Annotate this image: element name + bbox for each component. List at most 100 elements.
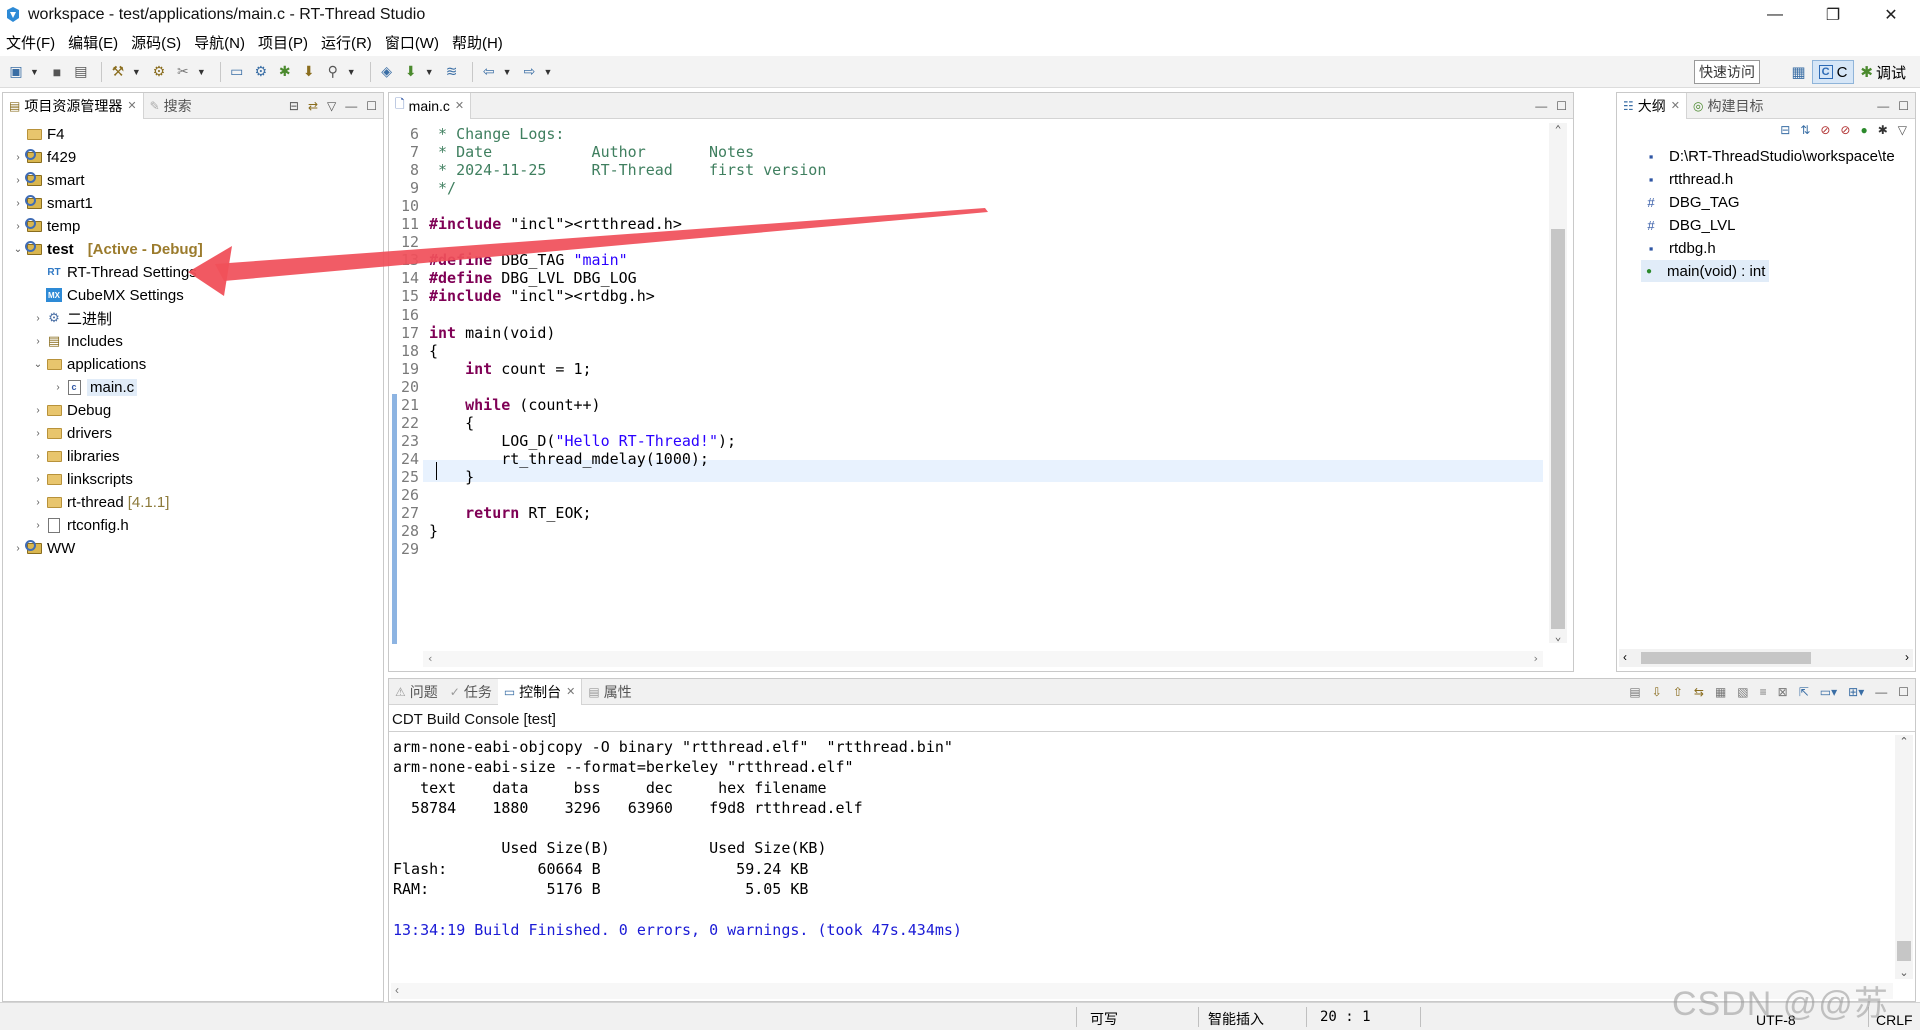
- next-error-icon[interactable]: ⇩: [1652, 685, 1662, 699]
- tree-item-debug[interactable]: › Debug: [31, 399, 111, 421]
- menu-project[interactable]: 项目(P): [258, 32, 308, 53]
- tab-build-targets[interactable]: ◎ 构建目标: [1687, 93, 1769, 119]
- rebuild-icon[interactable]: ⚙: [149, 62, 169, 82]
- forward-arrow-icon[interactable]: ⇨: [520, 62, 540, 82]
- scroll-thumb[interactable]: [1551, 229, 1565, 629]
- menu-source[interactable]: 源码(S): [131, 32, 181, 53]
- console-vertical-scrollbar[interactable]: ⌃ ⌄: [1895, 735, 1913, 979]
- close-tab-icon[interactable]: ✕: [127, 99, 136, 112]
- menu-edit[interactable]: 编辑(E): [68, 32, 118, 53]
- maximize-view-icon[interactable]: ☐: [1898, 99, 1909, 113]
- tree-item-smart1[interactable]: › smart1: [11, 192, 93, 214]
- build-icon[interactable]: ⚒: [108, 62, 128, 82]
- flash-dropdown-icon[interactable]: ▼: [425, 67, 434, 77]
- tab-console[interactable]: ▭ 控制台 ✕: [497, 678, 583, 705]
- outline-horizontal-scrollbar[interactable]: ‹ ›: [1619, 649, 1913, 667]
- tab-tasks[interactable]: ✓ 任务: [444, 679, 498, 705]
- tab-project-explorer[interactable]: ▤ 项目资源管理器 ✕: [3, 92, 144, 119]
- close-tab-icon[interactable]: ✕: [1671, 99, 1680, 112]
- pin-console-icon[interactable]: ⇱: [1799, 685, 1809, 699]
- sort-icon[interactable]: ⇅: [1800, 123, 1810, 137]
- tree-item-rt-thread[interactable]: › rt-thread [4.1.1]: [31, 491, 169, 513]
- save-all-icon[interactable]: ▤: [71, 62, 91, 82]
- outline-item-rtthread-h[interactable]: ▪ rtthread.h: [1643, 168, 1734, 190]
- expand-arrow-icon[interactable]: ›: [11, 543, 25, 554]
- save-icon[interactable]: ■: [47, 62, 67, 82]
- scroll-up-arrow-icon[interactable]: ⌃: [1895, 735, 1913, 748]
- minimize-view-icon[interactable]: —: [1877, 99, 1889, 113]
- menu-window[interactable]: 窗口(W): [385, 32, 439, 53]
- terminate-icon[interactable]: ⊠: [1778, 685, 1788, 699]
- menu-run[interactable]: 运行(R): [321, 32, 372, 53]
- quick-access-field[interactable]: 快速访问: [1694, 60, 1760, 84]
- tree-item-linkscripts[interactable]: › linkscripts: [31, 468, 133, 490]
- expand-arrow-icon[interactable]: ›: [31, 474, 45, 485]
- collapse-all-icon[interactable]: ⊟: [289, 99, 299, 113]
- menu-help[interactable]: 帮助(H): [452, 32, 503, 53]
- expand-arrow-icon[interactable]: ›: [31, 520, 45, 531]
- scroll-left-arrow-icon[interactable]: ‹: [427, 652, 434, 665]
- perspective-debug[interactable]: ✱ 调试: [1854, 60, 1912, 84]
- tree-item-includes[interactable]: › ▤ Includes: [31, 330, 123, 352]
- layers-icon[interactable]: ≋: [442, 62, 462, 82]
- hide-nonpublic-icon[interactable]: ●: [1860, 123, 1867, 137]
- new-dropdown-icon[interactable]: ▼: [30, 67, 39, 77]
- tree-item-temp[interactable]: › temp: [11, 215, 80, 237]
- expand-arrow-icon[interactable]: ›: [11, 221, 25, 232]
- search-icon[interactable]: ⚲: [323, 62, 343, 82]
- close-tab-icon[interactable]: ✕: [566, 685, 575, 698]
- tree-item-binaries[interactable]: › ⚙ 二进制: [31, 307, 112, 329]
- tree-item-smart[interactable]: › smart: [11, 169, 85, 191]
- maximize-view-icon[interactable]: ☐: [366, 99, 377, 113]
- tab-search[interactable]: ✎ 搜索: [144, 93, 198, 119]
- build-dropdown-icon[interactable]: ▼: [132, 67, 141, 77]
- code-editor[interactable]: 6 * Change Logs: 7 * Date Author Notes 8 *…: [389, 121, 1573, 671]
- vertical-scrollbar[interactable]: ⌃ ⌄: [1549, 123, 1567, 643]
- open-console-icon[interactable]: ⇆: [1694, 685, 1704, 699]
- scroll-thumb[interactable]: [1897, 941, 1911, 961]
- expand-arrow-icon[interactable]: ›: [11, 198, 25, 209]
- remove-icon[interactable]: ≡: [1760, 685, 1767, 699]
- minimize-view-icon[interactable]: —: [345, 99, 357, 113]
- close-button[interactable]: ✕: [1862, 0, 1920, 30]
- expand-arrow-icon[interactable]: ›: [31, 313, 45, 324]
- expand-arrow-icon[interactable]: ›: [31, 336, 45, 347]
- scroll-right-arrow-icon[interactable]: ›: [1905, 650, 1909, 664]
- console-horizontal-scrollbar[interactable]: ‹: [391, 983, 1893, 999]
- menu-navigate[interactable]: 导航(N): [194, 32, 245, 53]
- scroll-down-arrow-icon[interactable]: ⌄: [1549, 630, 1567, 643]
- terminal-icon[interactable]: ▭: [227, 62, 247, 82]
- outline-item-dbg-tag[interactable]: # DBG_TAG: [1643, 191, 1739, 213]
- expand-arrow-icon[interactable]: ›: [31, 497, 45, 508]
- collapse-arrow-icon[interactable]: ⌄: [11, 244, 25, 255]
- scroll-left-arrow-icon[interactable]: ‹: [1623, 650, 1627, 664]
- collapse-all-icon[interactable]: ⊟: [1780, 123, 1790, 137]
- minimize-button[interactable]: —: [1746, 0, 1804, 30]
- close-tab-icon[interactable]: ✕: [455, 99, 464, 112]
- previous-error-icon[interactable]: ⇧: [1673, 685, 1683, 699]
- tree-item-libraries[interactable]: › libraries: [31, 445, 119, 467]
- expand-arrow-icon[interactable]: ›: [31, 451, 45, 462]
- outline-item-workspace-path[interactable]: ▪ D:\RT-ThreadStudio\workspace\te: [1643, 145, 1895, 167]
- tab-problems[interactable]: ⚠ 问题: [389, 679, 444, 705]
- maximize-view-icon[interactable]: ☐: [1556, 99, 1567, 113]
- menu-file[interactable]: 文件(F): [6, 32, 55, 53]
- tree-item-main-c[interactable]: › c main.c: [51, 376, 138, 398]
- outline-item-main[interactable]: ● main(void) : int: [1641, 260, 1770, 282]
- perspective-c[interactable]: C C: [1811, 60, 1855, 84]
- sdk-manager-icon[interactable]: ◈: [377, 62, 397, 82]
- debug-bug-icon[interactable]: ✱: [275, 62, 295, 82]
- scroll-up-arrow-icon[interactable]: ⌃: [1549, 123, 1567, 136]
- group-includes-icon[interactable]: ✱: [1878, 123, 1888, 137]
- settings-gear-icon[interactable]: ⚙: [251, 62, 271, 82]
- clear-console-icon[interactable]: ▤: [1629, 685, 1640, 699]
- tree-item-rt-thread-settings[interactable]: RT RT-Thread Settings: [31, 261, 196, 283]
- link-editor-icon[interactable]: ⇄: [308, 99, 318, 113]
- tree-item-rtconfig-h[interactable]: › rtconfig.h: [31, 514, 128, 536]
- back-dropdown-icon[interactable]: ▼: [503, 67, 512, 77]
- view-menu-icon[interactable]: ▽: [327, 99, 336, 113]
- tree-item-ww[interactable]: › WW: [11, 537, 75, 559]
- forward-dropdown-icon[interactable]: ▼: [544, 67, 553, 77]
- expand-arrow-icon[interactable]: ›: [11, 175, 25, 186]
- tab-outline[interactable]: ☷ 大纲 ✕: [1617, 92, 1687, 119]
